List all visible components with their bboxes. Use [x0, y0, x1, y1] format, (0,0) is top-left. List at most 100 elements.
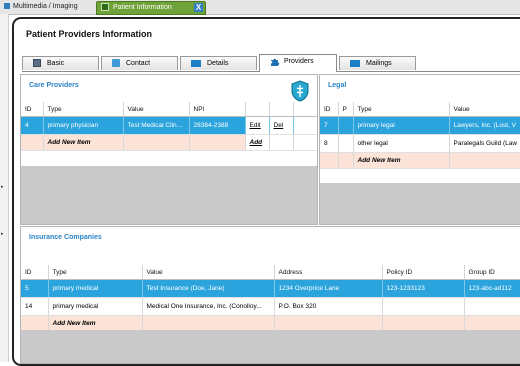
add-new-item[interactable]: Add New Item	[353, 152, 450, 169]
cell-id: 8	[320, 134, 339, 153]
table-header: ID Type Value Address Policy ID Group ID	[21, 265, 520, 280]
basic-icon	[33, 59, 41, 68]
cell-value: Medical One Insurance, Inc. (Conolloy...	[142, 297, 275, 316]
column-header	[293, 102, 317, 117]
panel-title: Care Providers	[29, 82, 79, 89]
column-header[interactable]: Type	[353, 102, 450, 117]
add-row[interactable]: Add New Item	[320, 152, 520, 169]
panel-title: Legal	[328, 82, 347, 89]
column-header[interactable]: ID	[21, 102, 44, 117]
cell-empty	[293, 116, 317, 135]
empty-grid-area	[21, 330, 520, 363]
insurance-panel: Insurance Companies ID Type Value Addres…	[20, 226, 520, 364]
empty-grid-area	[21, 166, 317, 224]
cell-address: P.O. Box 320	[274, 297, 383, 316]
table-row[interactable]: 7 primary legal Lawyers, Inc. (Lost, V	[320, 116, 520, 135]
cell-type: primary medical	[48, 279, 143, 298]
delete-link[interactable]: Del	[269, 116, 294, 135]
add-link[interactable]: Add	[245, 134, 270, 151]
cell-value: Paralegals Guild (Law	[449, 134, 520, 153]
window-tab-label: Multimedia / Imaging	[13, 3, 78, 10]
table-row[interactable]: 14 primary medical Medical One Insurance…	[21, 297, 520, 316]
column-header[interactable]: Value	[449, 102, 520, 117]
cell-empty	[21, 134, 44, 151]
tab-providers[interactable]: Providers	[259, 54, 337, 72]
cell-empty	[449, 152, 520, 169]
tab-label: Providers	[284, 58, 314, 65]
table-header: ID Type Value NPI	[21, 102, 317, 117]
table-row[interactable]: 4 primary physician Test Medical Clinic.…	[21, 116, 317, 135]
tab-label: Basic	[47, 60, 65, 67]
care-providers-panel: Care Providers ID Type Value NPI 4 prima…	[20, 74, 318, 225]
column-header[interactable]: Type	[43, 102, 124, 117]
cell-id: 7	[320, 116, 339, 135]
cell-p	[338, 116, 354, 135]
cell-type: other legal	[353, 134, 450, 153]
edit-link[interactable]: Edit	[245, 116, 270, 135]
tab-label: Details	[207, 60, 229, 67]
table-row[interactable]: 8 other legal Paralegals Guild (Law	[320, 134, 520, 153]
folder-icon	[350, 59, 360, 67]
legal-panel: Legal ID P Type Value 7 primary legal La…	[319, 74, 520, 225]
cell-policy-id	[382, 297, 465, 316]
cell-empty	[320, 152, 339, 169]
cell-empty	[338, 152, 354, 169]
window-tab-multimedia[interactable]: Multimedia / Imaging	[4, 1, 94, 13]
column-header[interactable]: P	[338, 102, 354, 117]
add-new-item[interactable]: Add New Item	[43, 134, 124, 151]
table-row[interactable]: 5 primary medical Test Insurance (Doe, J…	[21, 279, 520, 298]
column-header	[245, 102, 270, 117]
cell-p	[338, 134, 354, 153]
column-header[interactable]: NPI	[189, 102, 246, 117]
app-window: Multimedia / Imaging Patient Information…	[0, 0, 520, 366]
column-header[interactable]: Policy ID	[382, 265, 465, 280]
cell-empty	[269, 134, 294, 151]
column-header[interactable]: ID	[320, 102, 339, 117]
column-header[interactable]: Address	[274, 265, 383, 280]
cell-npi: 28384-2388	[189, 116, 246, 135]
column-header[interactable]: Type	[48, 265, 143, 280]
providers-window: Patient Providers Information Basic Cont…	[12, 17, 520, 366]
tab-details[interactable]: Details	[180, 56, 257, 70]
legal-table: ID P Type Value 7 primary legal Lawyers,…	[320, 102, 520, 169]
imaging-icon	[4, 3, 10, 10]
column-header[interactable]: Value	[123, 102, 190, 117]
cell-empty	[189, 134, 246, 151]
cell-value: Test Insurance (Doe, Jane)	[142, 279, 275, 298]
window-tab-label: Patient Information	[113, 4, 172, 11]
tab-basic[interactable]: Basic	[22, 56, 99, 70]
insurance-table: ID Type Value Address Policy ID Group ID…	[21, 265, 520, 332]
puzzle-icon	[270, 57, 280, 67]
cell-group-id: 123-abc-ad112	[464, 279, 520, 298]
tab-label: Contact	[126, 60, 151, 67]
dock-arrow-icon[interactable]: ▸	[1, 184, 6, 190]
cell-group-id	[464, 297, 520, 316]
column-header[interactable]: ID	[21, 265, 49, 280]
tab-label: Mailings	[366, 60, 392, 67]
cell-value: Test Medical Clinic...	[123, 116, 190, 135]
cell-type: primary medical	[48, 297, 143, 316]
tab-contact[interactable]: Contact	[101, 56, 178, 70]
cell-empty	[293, 134, 317, 151]
close-icon[interactable]: X	[194, 3, 203, 12]
column-header[interactable]: Group ID	[464, 265, 520, 280]
column-header[interactable]: Value	[142, 265, 275, 280]
window-tab-bar: Multimedia / Imaging Patient Information…	[0, 0, 520, 15]
cell-type: primary physician	[43, 116, 124, 135]
folder-icon	[191, 59, 201, 67]
section-tabs: Basic Contact Details Providers Mailings	[22, 54, 520, 72]
table-header: ID P Type Value	[320, 102, 520, 117]
empty-grid-area	[320, 183, 520, 224]
cell-type: primary legal	[353, 116, 450, 135]
cell-id: 5	[21, 279, 49, 298]
window-tab-patient-information[interactable]: Patient Information X	[96, 1, 206, 15]
panel-title: Insurance Companies	[29, 234, 102, 241]
shield-caduceus-icon	[291, 80, 309, 102]
care-providers-table: ID Type Value NPI 4 primary physician Te…	[21, 102, 317, 151]
cell-address: 1234 Overprice Lane	[274, 279, 383, 298]
add-row[interactable]: Add New Item Add	[21, 134, 317, 151]
page-title: Patient Providers Information	[26, 29, 153, 39]
dock-arrow-icon[interactable]: ▸	[1, 231, 6, 237]
tab-mailings[interactable]: Mailings	[339, 56, 416, 70]
cell-empty	[123, 134, 190, 151]
